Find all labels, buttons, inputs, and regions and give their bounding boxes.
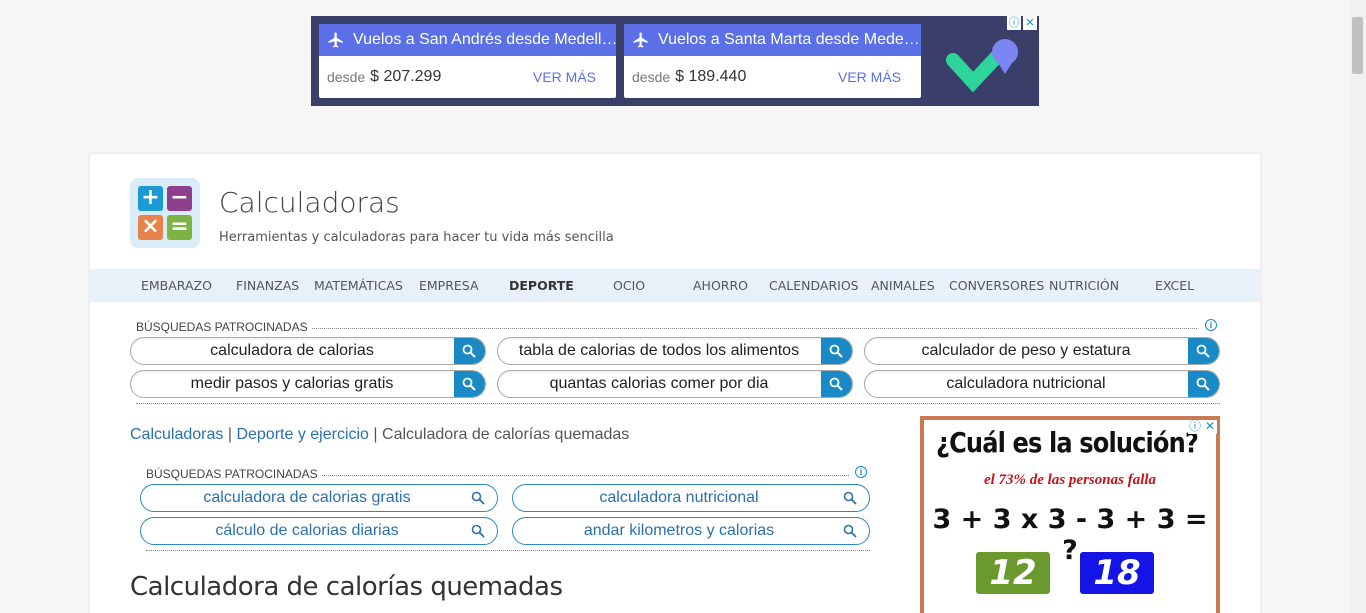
scrollbar[interactable] xyxy=(1349,0,1366,613)
breadcrumb-current: Calculadora de calorías quemadas xyxy=(382,426,630,443)
see-more-link[interactable]: VER MÁS xyxy=(838,69,901,85)
search-button[interactable] xyxy=(821,338,852,364)
search-icon xyxy=(1196,344,1210,358)
ad-headline: ¿Cuál es la solución? xyxy=(936,426,1199,459)
search-icon xyxy=(462,377,476,391)
search-icon xyxy=(471,524,485,538)
divider xyxy=(136,403,1220,404)
answer-button[interactable]: 12 xyxy=(976,552,1050,594)
ad-info-icon[interactable]: ⓘ xyxy=(1007,16,1021,30)
sponsored-search-pill[interactable]: calculador de peso y estatura xyxy=(864,337,1220,365)
nav-item-calendarios[interactable]: CALENDARIOS xyxy=(769,278,859,293)
nav-item-deporte[interactable]: DEPORTE xyxy=(509,278,574,293)
flight-offer-card[interactable]: Vuelos a San Andrés desde Medell… desde … xyxy=(319,24,616,98)
flight-offer-card[interactable]: Vuelos a Santa Marta desde Mede… desde $… xyxy=(624,24,921,98)
flight-offer-title: Vuelos a Santa Marta desde Mede… xyxy=(658,31,920,48)
main-nav: EMBARAZO FINANZAS MATEMÁTICAS EMPRESA DE… xyxy=(90,269,1260,302)
flight-offer-title: Vuelos a San Andrés desde Medell… xyxy=(353,31,616,48)
flight-ad-banner[interactable]: Vuelos a San Andrés desde Medell… desde … xyxy=(311,16,1039,106)
sponsored-search-text: calculadora nutricional xyxy=(599,489,759,506)
sponsored-search-text: medir pasos y calorias gratis xyxy=(190,375,394,392)
airplane-icon xyxy=(328,32,343,48)
sponsored-search-text: calculador de peso y estatura xyxy=(921,342,1131,359)
nav-item-excel[interactable]: EXCEL xyxy=(1155,278,1194,293)
search-icon xyxy=(471,491,485,505)
sponsored-search-pill[interactable]: calculadora nutricional xyxy=(512,484,870,512)
search-button[interactable] xyxy=(454,371,485,397)
sponsored-searches-label: BÚSQUEDAS PATROCINADAS xyxy=(136,320,308,334)
sponsored-search-pill[interactable]: medir pasos y calorias gratis xyxy=(130,370,486,398)
breadcrumb-section-link[interactable]: Deporte y ejercicio xyxy=(236,426,369,443)
flight-price: $ 207.299 xyxy=(370,68,442,85)
divider xyxy=(146,550,870,551)
search-icon xyxy=(462,344,476,358)
sponsored-searches-label: BÚSQUEDAS PATROCINADAS xyxy=(146,467,318,481)
nav-item-nutricion[interactable]: NUTRICIÓN xyxy=(1049,278,1119,293)
search-icon xyxy=(843,491,857,505)
page-title: Calculadora de calorías quemadas xyxy=(130,572,563,602)
sponsored-search-text: calculadora de calorias xyxy=(210,342,374,359)
nav-item-ocio[interactable]: OCIO xyxy=(613,278,645,293)
search-icon xyxy=(829,344,843,358)
ad-info-icon[interactable]: ⓘ xyxy=(1188,420,1202,434)
site-logo[interactable]: + − × = xyxy=(130,178,200,248)
nav-item-matematicas[interactable]: MATEMÁTICAS xyxy=(314,278,403,293)
sponsored-search-text: andar kilometros y calorias xyxy=(583,522,775,539)
site-subtitle: Herramientas y calculadoras para hacer t… xyxy=(219,230,614,245)
scrollbar-thumb[interactable] xyxy=(1352,17,1363,74)
airplane-icon xyxy=(633,32,648,48)
see-more-link[interactable]: VER MÁS xyxy=(533,69,596,85)
breadcrumb: Calculadoras | Deporte y ejercicio | Cal… xyxy=(130,426,629,444)
minus-icon: − xyxy=(167,186,192,211)
sponsored-search-text: calculadora de calorias gratis xyxy=(203,489,411,506)
ad-subheadline: el 73% de las personas falla xyxy=(983,472,1157,488)
search-icon xyxy=(829,377,843,391)
ad-close-icon[interactable]: ✕ xyxy=(1023,16,1037,30)
sponsored-search-pill[interactable]: tabla de calorias de todos los alimentos xyxy=(497,337,853,365)
sponsored-search-pill[interactable]: cálculo de calorias diarias xyxy=(140,517,498,545)
multiply-icon: × xyxy=(138,215,163,240)
nav-item-conversores[interactable]: CONVERSORES xyxy=(949,278,1044,293)
info-icon[interactable]: i xyxy=(1205,319,1217,331)
breadcrumb-home-link[interactable]: Calculadoras xyxy=(130,426,223,443)
nav-item-finanzas[interactable]: FINANZAS xyxy=(236,278,299,293)
sponsored-search-pill[interactable]: calculadora de calorias xyxy=(130,337,486,365)
plus-icon: + xyxy=(138,186,163,211)
advertiser-logo-icon xyxy=(946,39,1018,93)
answer-button[interactable]: 18 xyxy=(1080,552,1154,594)
equals-icon: = xyxy=(167,215,192,240)
sponsored-search-text: cálculo de calorias diarias xyxy=(215,522,399,539)
nav-item-ahorro[interactable]: AHORRO xyxy=(693,278,748,293)
divider xyxy=(312,328,1197,329)
breadcrumb-separator: | xyxy=(373,426,378,443)
sponsored-search-pill[interactable]: calculadora nutricional xyxy=(864,370,1220,398)
nav-item-empresa[interactable]: EMPRESA xyxy=(419,278,479,293)
sponsored-search-pill[interactable]: quantas calorias comer por dia xyxy=(497,370,853,398)
site-title[interactable]: Calculadoras xyxy=(219,186,400,219)
main-content-card: + − × = Calculadoras Herramientas y calc… xyxy=(90,154,1260,613)
ad-equation: 3 + 3 x 3 - 3 + 3 = ? xyxy=(932,504,1208,566)
sponsored-search-text: calculadora nutricional xyxy=(946,375,1106,392)
search-button[interactable] xyxy=(821,371,852,397)
sponsored-search-text: quantas calorias comer por dia xyxy=(549,375,769,392)
nav-item-animales[interactable]: ANIMALES xyxy=(871,278,935,293)
nav-item-embarazo[interactable]: EMBARAZO xyxy=(141,278,212,293)
divider xyxy=(322,475,849,476)
sponsored-search-text: tabla de calorias de todos los alimentos xyxy=(518,342,800,359)
price-prefix: desde xyxy=(632,69,671,85)
info-icon[interactable]: i xyxy=(855,466,867,478)
sponsored-search-pill[interactable]: calculadora de calorias gratis xyxy=(140,484,498,512)
ad-close-icon[interactable]: ✕ xyxy=(1203,420,1217,434)
sponsored-search-pill[interactable]: andar kilometros y calorias xyxy=(512,517,870,545)
search-button[interactable] xyxy=(1188,371,1219,397)
puzzle-ad[interactable]: ¿Cuál es la solución? el 73% de las pers… xyxy=(920,416,1220,613)
search-icon xyxy=(1196,377,1210,391)
price-prefix: desde xyxy=(327,69,366,85)
flight-price: $ 189.440 xyxy=(675,68,747,85)
search-button[interactable] xyxy=(454,338,485,364)
search-icon xyxy=(843,524,857,538)
breadcrumb-separator: | xyxy=(227,426,232,443)
search-button[interactable] xyxy=(1188,338,1219,364)
